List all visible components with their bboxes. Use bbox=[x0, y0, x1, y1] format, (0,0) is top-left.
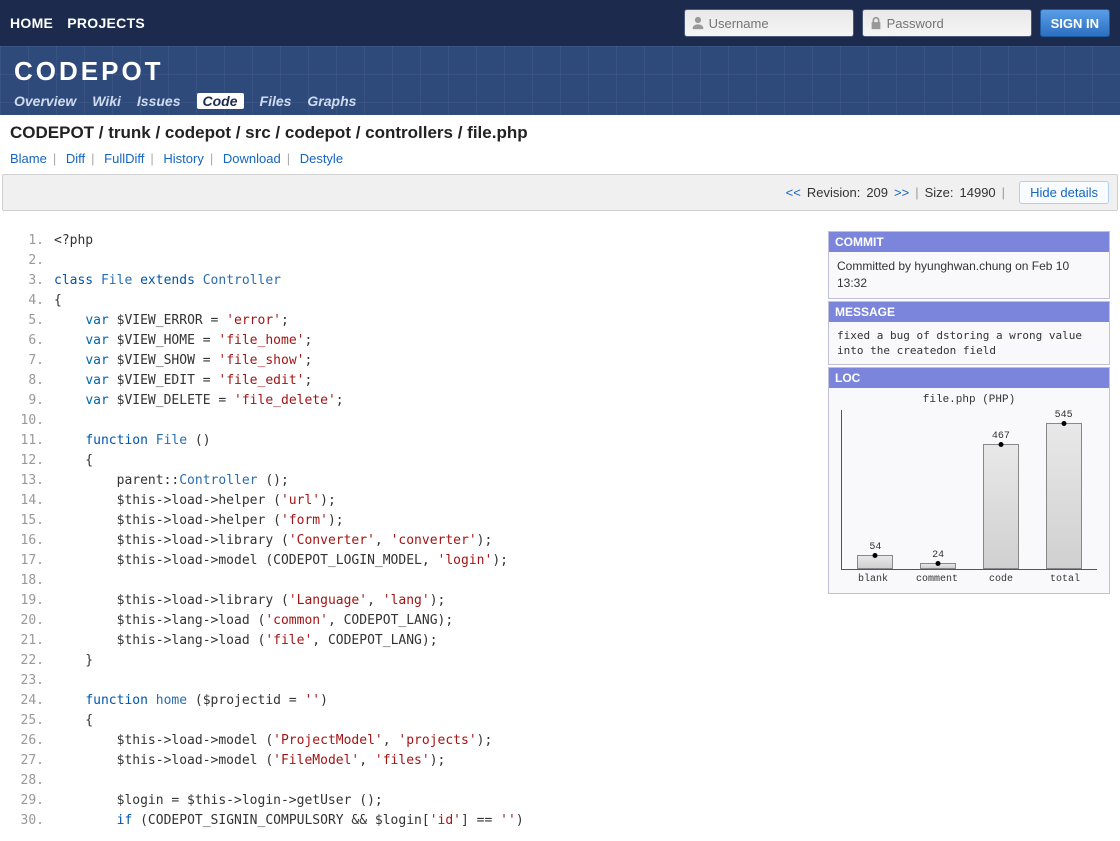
revision-bar: << Revision: 209 >> | Size: 14990 | Hide… bbox=[2, 174, 1118, 211]
chart-bar: 467 bbox=[976, 431, 1026, 569]
password-input[interactable] bbox=[887, 16, 1025, 31]
breadcrumb: CODEPOT / trunk / codepot / src / codepo… bbox=[0, 115, 1120, 147]
code-line: 7 var $VIEW_SHOW = 'file_show'; bbox=[10, 351, 814, 371]
tab-wiki[interactable]: Wiki bbox=[92, 93, 121, 109]
code-line: 26 $this->load->model ('ProjectModel', '… bbox=[10, 731, 814, 751]
app-title: CODEPOT bbox=[14, 56, 1106, 87]
home-link[interactable]: HOME bbox=[10, 15, 53, 31]
code-line: 18 bbox=[10, 571, 814, 591]
code-viewer: 1<?php23class File extends Controller4{5… bbox=[10, 231, 814, 831]
code-line: 16 $this->load->library ('Converter', 'c… bbox=[10, 531, 814, 551]
hide-details-button[interactable]: Hide details bbox=[1019, 181, 1109, 204]
code-line: 22 } bbox=[10, 651, 814, 671]
rev-number: 209 bbox=[866, 185, 888, 200]
commit-header: COMMIT bbox=[829, 232, 1109, 252]
code-line: 27 $this->load->model ('FileModel', 'fil… bbox=[10, 751, 814, 771]
size-value: 14990 bbox=[960, 185, 996, 200]
destyle-link[interactable]: Destyle bbox=[300, 151, 343, 166]
password-field-wrap[interactable] bbox=[862, 9, 1032, 37]
loc-panel: LOC file.php (PHP) 5424467545 blankcomme… bbox=[828, 367, 1110, 594]
tab-files[interactable]: Files bbox=[260, 93, 292, 109]
banner: CODEPOT Overview Wiki Issues Code Files … bbox=[0, 46, 1120, 115]
code-line: 21 $this->lang->load ('file', CODEPOT_LA… bbox=[10, 631, 814, 651]
code-line: 13 parent::Controller (); bbox=[10, 471, 814, 491]
message-header: MESSAGE bbox=[829, 302, 1109, 322]
commit-panel: COMMIT Committed by hyunghwan.chung on F… bbox=[828, 231, 1110, 299]
code-line: 24 function home ($projectid = '') bbox=[10, 691, 814, 711]
code-line: 8 var $VIEW_EDIT = 'file_edit'; bbox=[10, 371, 814, 391]
code-line: 1<?php bbox=[10, 231, 814, 251]
chart-bar: 545 bbox=[1039, 410, 1089, 569]
code-line: 3class File extends Controller bbox=[10, 271, 814, 291]
chart-bar: 24 bbox=[913, 550, 963, 569]
code-line: 30 if (CODEPOT_SIGNIN_COMPULSORY && $log… bbox=[10, 811, 814, 831]
code-line: 29 $login = $this->login->getUser (); bbox=[10, 791, 814, 811]
loc-header: LOC bbox=[829, 368, 1109, 388]
download-link[interactable]: Download bbox=[223, 151, 281, 166]
user-icon bbox=[691, 16, 705, 30]
size-label: Size: bbox=[925, 185, 954, 200]
signin-button[interactable]: SIGN IN bbox=[1040, 9, 1110, 37]
code-line: 11 function File () bbox=[10, 431, 814, 451]
tab-overview[interactable]: Overview bbox=[14, 93, 76, 109]
loc-chart: file.php (PHP) 5424467545 blankcommentco… bbox=[829, 388, 1109, 593]
username-field-wrap[interactable] bbox=[684, 9, 854, 37]
code-line: 20 $this->lang->load ('common', CODEPOT_… bbox=[10, 611, 814, 631]
rev-label: Revision: bbox=[807, 185, 860, 200]
history-link[interactable]: History bbox=[163, 151, 203, 166]
lock-icon bbox=[869, 16, 883, 30]
code-line: 2 bbox=[10, 251, 814, 271]
code-line: 25 { bbox=[10, 711, 814, 731]
code-line: 15 $this->load->helper ('form'); bbox=[10, 511, 814, 531]
file-actions: Blame| Diff| FullDiff| History| Download… bbox=[0, 147, 1120, 174]
code-line: 17 $this->load->model (CODEPOT_LOGIN_MOD… bbox=[10, 551, 814, 571]
message-panel: MESSAGE fixed a bug of dstoring a wrong … bbox=[828, 301, 1110, 366]
code-line: 23 bbox=[10, 671, 814, 691]
username-input[interactable] bbox=[709, 16, 847, 31]
code-line: 10 bbox=[10, 411, 814, 431]
commit-body: Committed by hyunghwan.chung on Feb 10 1… bbox=[829, 252, 1109, 298]
code-line: 6 var $VIEW_HOME = 'file_home'; bbox=[10, 331, 814, 351]
code-line: 19 $this->load->library ('Language', 'la… bbox=[10, 591, 814, 611]
tab-graphs[interactable]: Graphs bbox=[307, 93, 356, 109]
code-line: 9 var $VIEW_DELETE = 'file_delete'; bbox=[10, 391, 814, 411]
topbar: HOME PROJECTS SIGN IN bbox=[0, 0, 1120, 46]
projects-link[interactable]: PROJECTS bbox=[67, 15, 145, 31]
code-line: 28 bbox=[10, 771, 814, 791]
tab-issues[interactable]: Issues bbox=[137, 93, 181, 109]
sidebar: COMMIT Committed by hyunghwan.chung on F… bbox=[828, 231, 1110, 831]
blame-link[interactable]: Blame bbox=[10, 151, 47, 166]
code-line: 4{ bbox=[10, 291, 814, 311]
code-line: 14 $this->load->helper ('url'); bbox=[10, 491, 814, 511]
next-rev-link[interactable]: >> bbox=[894, 185, 909, 200]
tab-code[interactable]: Code bbox=[197, 93, 244, 109]
code-line: 5 var $VIEW_ERROR = 'error'; bbox=[10, 311, 814, 331]
code-line: 12 { bbox=[10, 451, 814, 471]
chart-title: file.php (PHP) bbox=[835, 394, 1103, 406]
prev-rev-link[interactable]: << bbox=[786, 185, 801, 200]
message-body: fixed a bug of dstoring a wrong value in… bbox=[829, 322, 1109, 365]
diff-link[interactable]: Diff bbox=[66, 151, 85, 166]
fulldiff-link[interactable]: FullDiff bbox=[104, 151, 144, 166]
chart-bar: 54 bbox=[850, 542, 900, 569]
